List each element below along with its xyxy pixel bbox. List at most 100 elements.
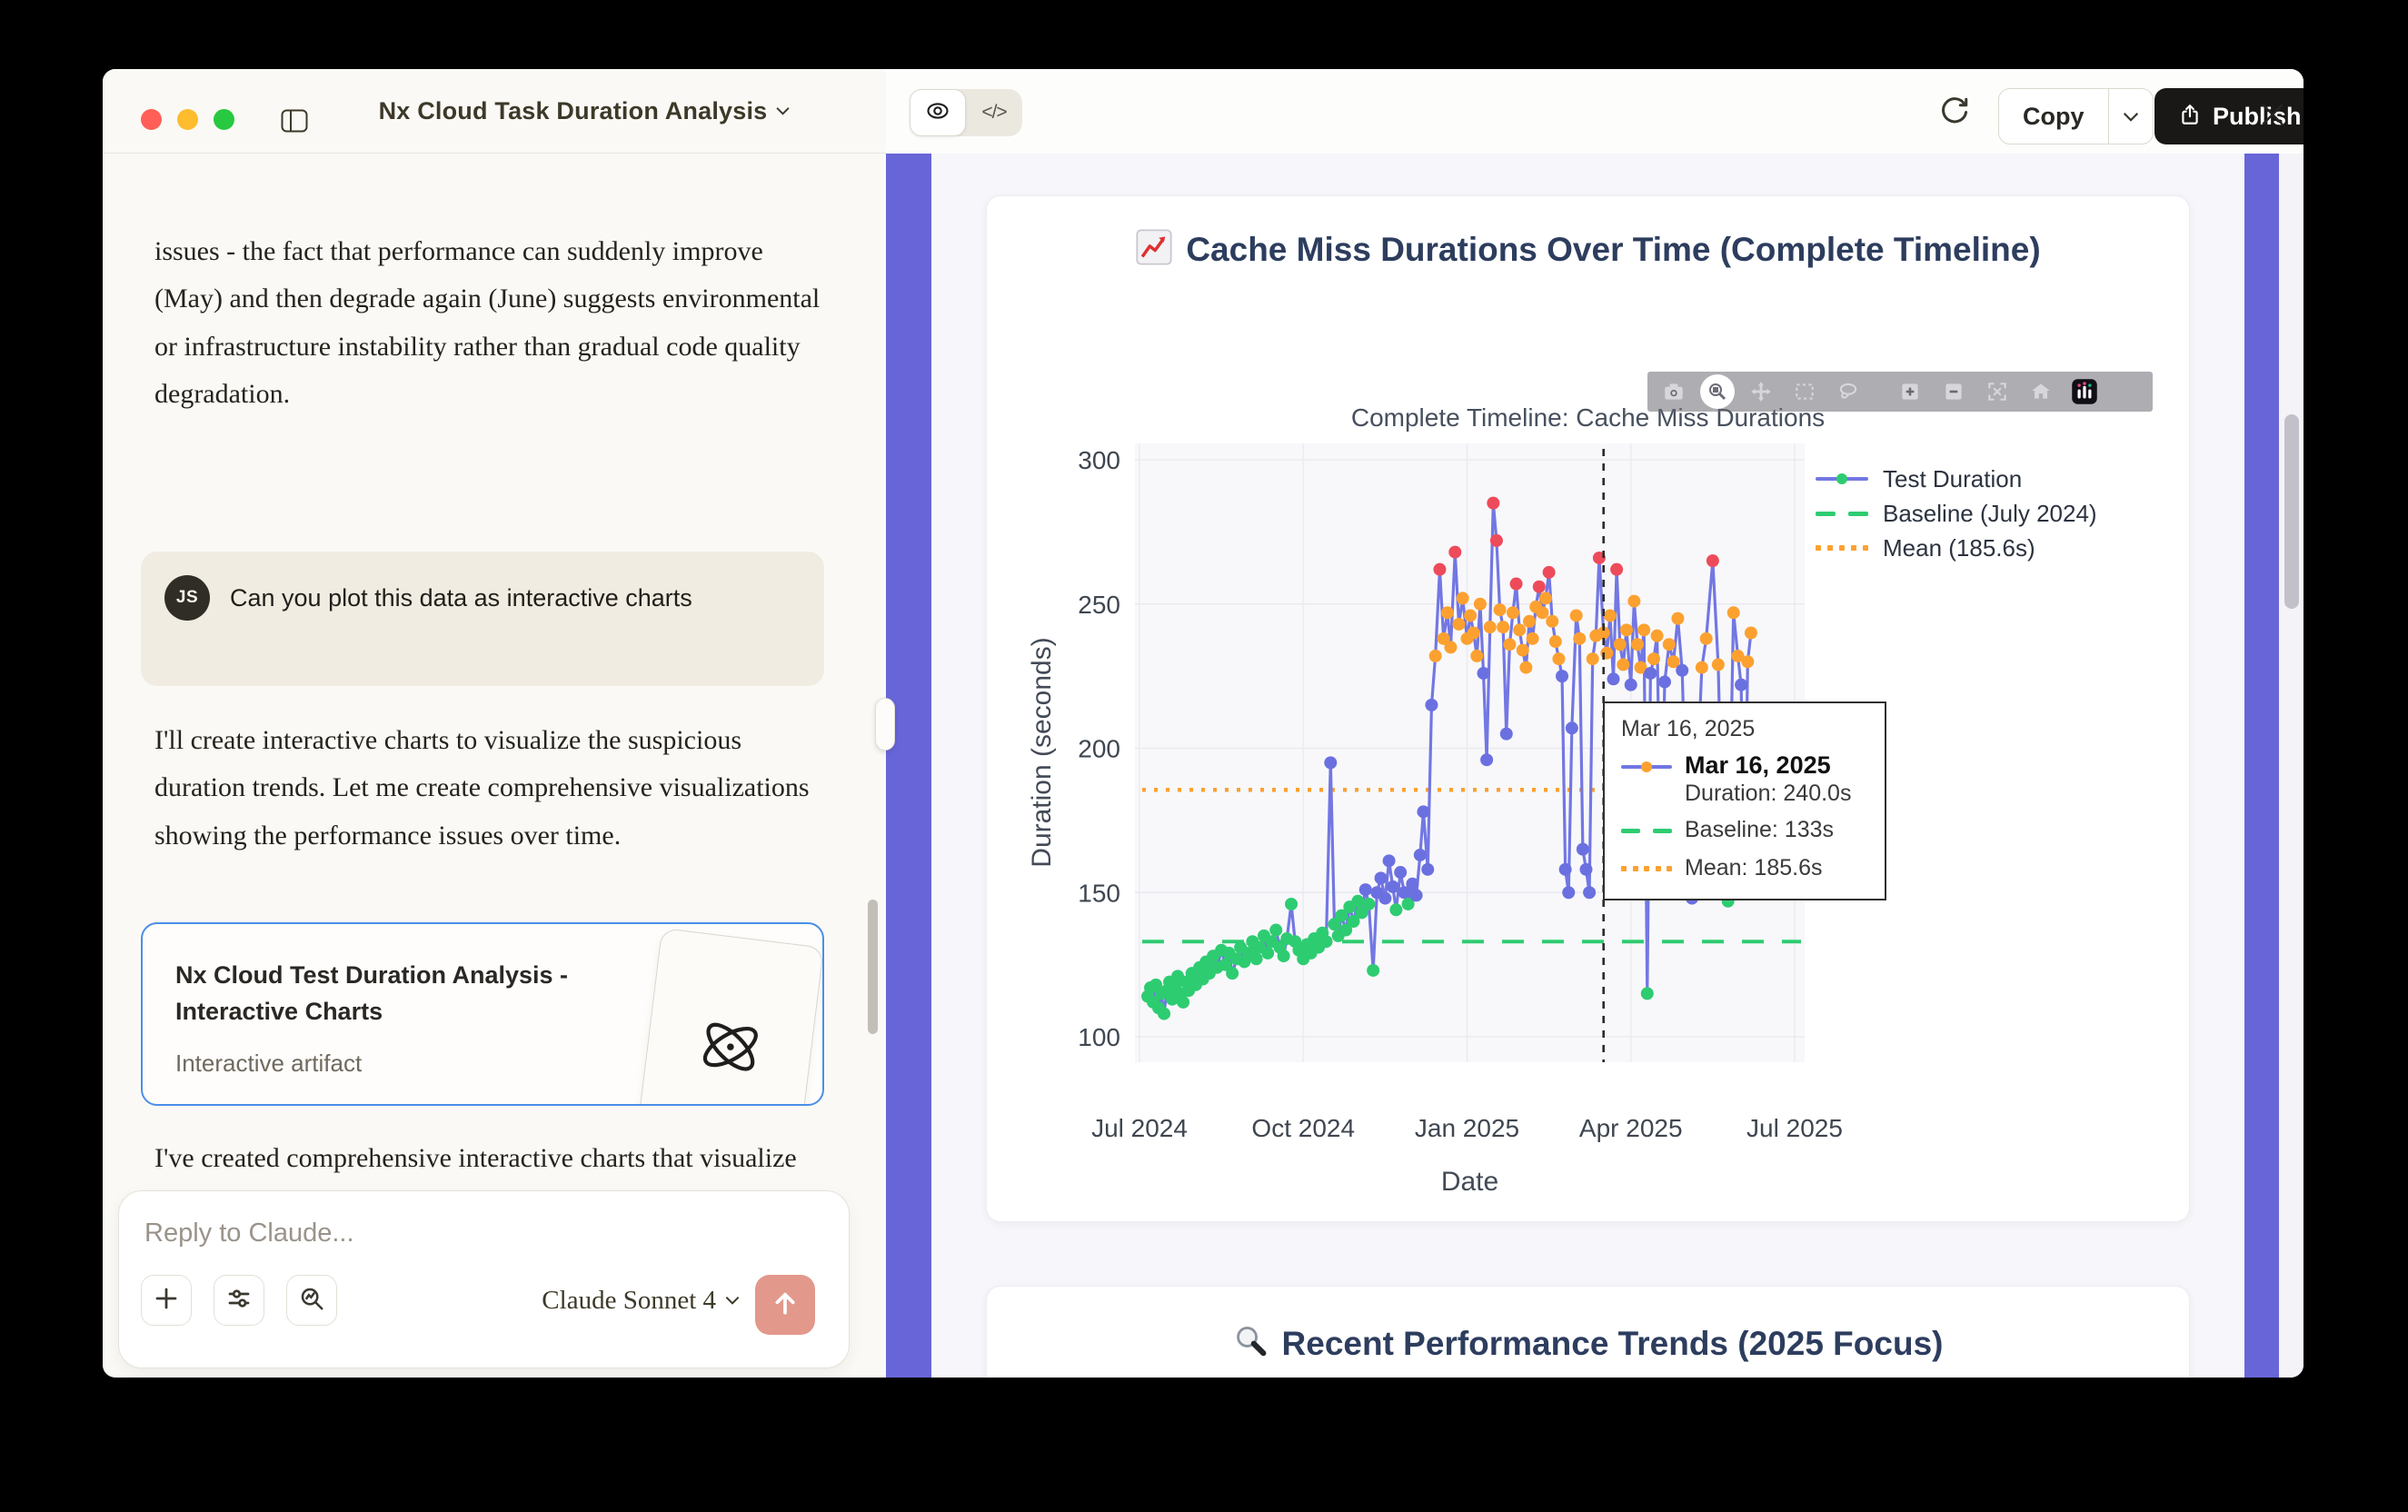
- data-point-marker[interactable]: [1324, 756, 1337, 769]
- data-point-marker[interactable]: [1647, 652, 1660, 665]
- artifact-card[interactable]: Nx Cloud Test Duration Analysis - Intera…: [141, 922, 824, 1106]
- data-point-marker[interactable]: [1470, 650, 1483, 662]
- legend-item-test-duration[interactable]: Test Duration: [1816, 462, 2097, 496]
- data-point-marker[interactable]: [1468, 627, 1480, 640]
- data-point-marker[interactable]: [1539, 592, 1552, 604]
- data-point-marker[interactable]: [1441, 606, 1454, 619]
- send-button[interactable]: [755, 1275, 815, 1335]
- data-point-marker[interactable]: [1627, 595, 1640, 608]
- research-button[interactable]: [286, 1275, 337, 1326]
- data-point-marker[interactable]: [1741, 655, 1754, 668]
- data-point-marker[interactable]: [1387, 880, 1399, 893]
- attach-button[interactable]: [141, 1275, 192, 1326]
- data-point-marker[interactable]: [1487, 497, 1499, 510]
- data-point-marker[interactable]: [1577, 843, 1589, 856]
- data-point-marker[interactable]: [1620, 623, 1633, 636]
- reset-axes-home-icon[interactable]: [2020, 373, 2062, 410]
- data-point-marker[interactable]: [1631, 638, 1644, 651]
- download-plot-icon[interactable]: [1653, 373, 1695, 410]
- data-point-marker[interactable]: [1285, 898, 1298, 910]
- legend-item-mean[interactable]: Mean (185.6s): [1816, 531, 2097, 565]
- composer-input[interactable]: Reply to Claude...: [144, 1219, 354, 1248]
- data-point-marker[interactable]: [1658, 675, 1671, 688]
- window-close-light[interactable]: [141, 109, 162, 130]
- data-point-marker[interactable]: [1359, 883, 1372, 896]
- data-point-marker[interactable]: [1417, 805, 1429, 818]
- data-point-marker[interactable]: [1319, 935, 1332, 948]
- data-point-marker[interactable]: [1457, 592, 1469, 604]
- data-point-marker[interactable]: [1607, 672, 1620, 685]
- data-point-marker[interactable]: [1610, 563, 1623, 576]
- data-point-marker[interactable]: [1552, 652, 1565, 665]
- window-minimize-light[interactable]: [177, 109, 198, 130]
- data-point-marker[interactable]: [1651, 630, 1664, 642]
- data-point-marker[interactable]: [1406, 878, 1418, 890]
- data-point-marker[interactable]: [1527, 632, 1539, 645]
- data-point-marker[interactable]: [1735, 679, 1747, 691]
- data-point-marker[interactable]: [1745, 627, 1757, 640]
- data-point-marker[interactable]: [1700, 632, 1713, 645]
- artifact-scrollbar-thumb[interactable]: [2284, 414, 2299, 609]
- data-point-marker[interactable]: [1444, 641, 1457, 653]
- data-point-marker[interactable]: [1383, 854, 1396, 867]
- data-point-marker[interactable]: [1696, 662, 1708, 674]
- data-point-marker[interactable]: [1375, 871, 1388, 884]
- data-point-marker[interactable]: [1587, 652, 1599, 665]
- zoom-tool-icon[interactable]: [1697, 373, 1738, 410]
- data-point-marker[interactable]: [1523, 615, 1536, 628]
- data-point-marker[interactable]: [1546, 615, 1558, 628]
- data-point-marker[interactable]: [1425, 699, 1438, 711]
- data-point-marker[interactable]: [1433, 563, 1446, 576]
- data-point-marker[interactable]: [1158, 1008, 1170, 1020]
- autoscale-icon[interactable]: [1976, 373, 2018, 410]
- data-point-marker[interactable]: [1367, 964, 1379, 977]
- tools-button[interactable]: [214, 1275, 264, 1326]
- data-point-marker[interactable]: [1533, 581, 1546, 593]
- data-point-marker[interactable]: [1226, 967, 1239, 980]
- data-point-marker[interactable]: [1536, 606, 1548, 619]
- window-zoom-light[interactable]: [214, 109, 234, 130]
- data-point-marker[interactable]: [1494, 603, 1507, 616]
- box-select-icon[interactable]: [1784, 373, 1826, 410]
- data-point-marker[interactable]: [1566, 721, 1578, 734]
- data-point-marker[interactable]: [1604, 609, 1617, 622]
- data-point-marker[interactable]: [1671, 612, 1684, 625]
- data-point-marker[interactable]: [1625, 679, 1637, 691]
- data-point-marker[interactable]: [1478, 667, 1490, 680]
- code-tab[interactable]: </>: [966, 89, 1022, 136]
- data-point-marker[interactable]: [1500, 728, 1513, 741]
- data-point-marker[interactable]: [1712, 658, 1725, 671]
- data-point-marker[interactable]: [1617, 658, 1629, 671]
- chat-scrollbar-thumb[interactable]: [868, 900, 878, 1034]
- data-point-marker[interactable]: [1614, 638, 1627, 651]
- data-point-marker[interactable]: [1549, 635, 1562, 648]
- data-point-marker[interactable]: [1644, 667, 1657, 680]
- data-point-marker[interactable]: [1570, 609, 1583, 622]
- preview-tab[interactable]: [910, 89, 966, 136]
- data-point-marker[interactable]: [1378, 892, 1391, 905]
- copy-dropdown[interactable]: [2109, 112, 2153, 122]
- data-point-marker[interactable]: [1579, 863, 1592, 876]
- data-point-marker[interactable]: [1448, 546, 1461, 559]
- data-point-marker[interactable]: [1641, 987, 1654, 1000]
- data-point-marker[interactable]: [1421, 863, 1434, 876]
- data-point-marker[interactable]: [1177, 996, 1189, 1009]
- data-point-marker[interactable]: [1513, 623, 1526, 636]
- timeline-chart[interactable]: 100150200250300Jul 2024Oct 2024Jan 2025A…: [987, 196, 2191, 1223]
- plotly-logo-icon[interactable]: [2064, 373, 2105, 410]
- data-point-marker[interactable]: [1490, 534, 1503, 547]
- data-point-marker[interactable]: [1261, 947, 1274, 960]
- data-point-marker[interactable]: [1394, 866, 1407, 879]
- data-point-marker[interactable]: [1464, 609, 1477, 622]
- data-point-marker[interactable]: [1706, 554, 1719, 567]
- data-point-marker[interactable]: [1452, 618, 1465, 631]
- sidebar-toggle-icon[interactable]: [281, 109, 308, 133]
- data-point-marker[interactable]: [1517, 644, 1529, 657]
- data-point-marker[interactable]: [1519, 662, 1532, 674]
- conversation-title-menu[interactable]: Nx Cloud Task Duration Analysis: [348, 69, 821, 154]
- data-point-marker[interactable]: [1484, 621, 1497, 633]
- data-point-marker[interactable]: [1362, 898, 1375, 910]
- data-point-marker[interactable]: [1429, 650, 1442, 662]
- model-selector[interactable]: Claude Sonnet 4: [542, 1286, 740, 1316]
- data-point-marker[interactable]: [1351, 895, 1364, 908]
